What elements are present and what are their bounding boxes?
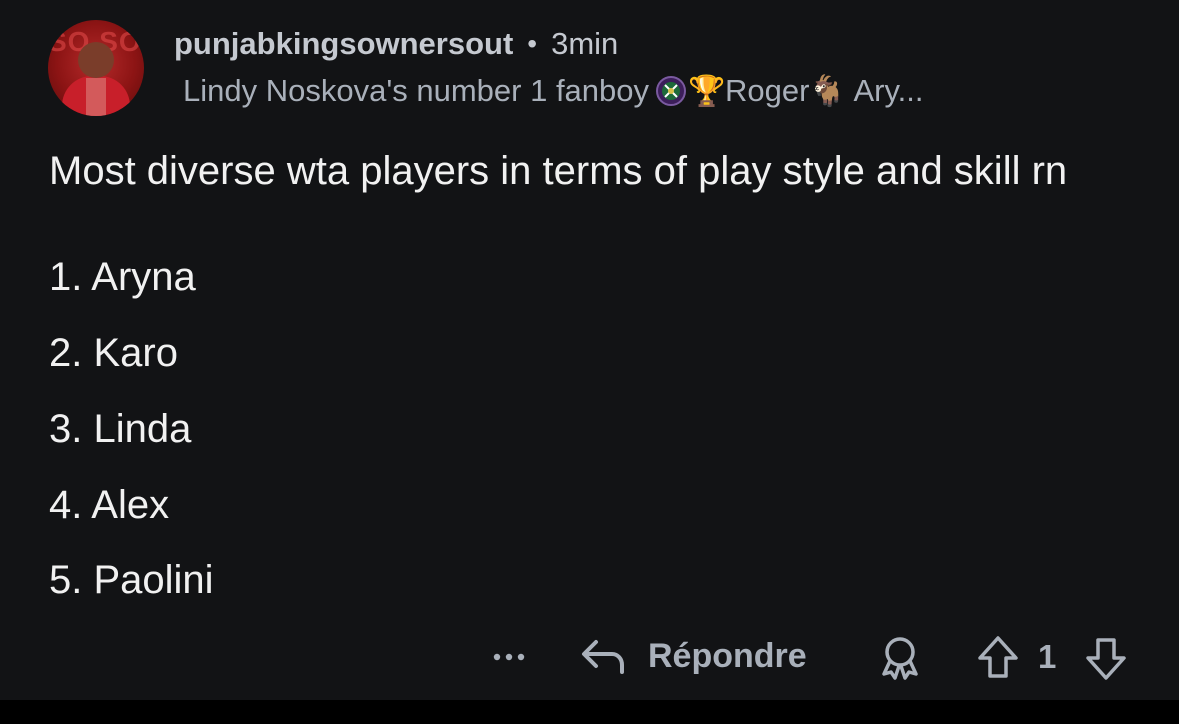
timestamp: 3min bbox=[551, 26, 619, 61]
comment-header: punjabkingsownersout • 3min bbox=[174, 24, 618, 64]
flair-text-suffix: Ary... bbox=[853, 73, 924, 108]
list-item: 1. Aryna bbox=[49, 255, 196, 299]
comment-action-bar: Répondre 1 bbox=[0, 626, 1179, 686]
user-avatar[interactable]: SO SO bbox=[48, 20, 144, 116]
upvote-arrow-icon bbox=[978, 636, 1018, 678]
downvote-arrow-icon bbox=[1086, 638, 1126, 680]
more-options-button[interactable] bbox=[486, 634, 532, 680]
award-button[interactable] bbox=[874, 632, 926, 684]
user-flair: Lindy Noskova's number 1 fanboy 🏆 Roger … bbox=[183, 70, 924, 112]
award-icon bbox=[882, 637, 918, 680]
list-item: 2. Karo bbox=[49, 331, 178, 375]
reply-label: Répondre bbox=[648, 636, 807, 675]
more-horizontal-icon bbox=[493, 653, 525, 661]
reply-button[interactable]: Répondre bbox=[580, 630, 807, 682]
username-link[interactable]: punjabkingsownersout bbox=[174, 26, 513, 62]
goat-icon: 🐐 bbox=[808, 74, 847, 108]
list-item: 5. Paolini bbox=[49, 558, 214, 602]
downvote-button[interactable] bbox=[1080, 632, 1132, 684]
list-item: 3. Linda bbox=[49, 407, 192, 451]
comment-card: SO SO punjabkingsownersout • 3min Lindy … bbox=[0, 0, 1179, 700]
separator-dot: • bbox=[527, 28, 538, 59]
reply-arrow-icon bbox=[582, 640, 624, 674]
upvote-button[interactable] bbox=[972, 632, 1024, 684]
trophy-icon: 🏆 bbox=[688, 74, 726, 108]
flair-text-middle: Roger bbox=[725, 73, 810, 108]
list-item: 4. Alex bbox=[49, 483, 170, 527]
wimbledon-logo-icon bbox=[653, 73, 689, 109]
comment-body-text: Most diverse wta players in terms of pla… bbox=[49, 149, 1068, 193]
flair-text-prefix: Lindy Noskova's number 1 fanboy bbox=[183, 73, 650, 108]
vote-count: 1 bbox=[1038, 638, 1057, 675]
